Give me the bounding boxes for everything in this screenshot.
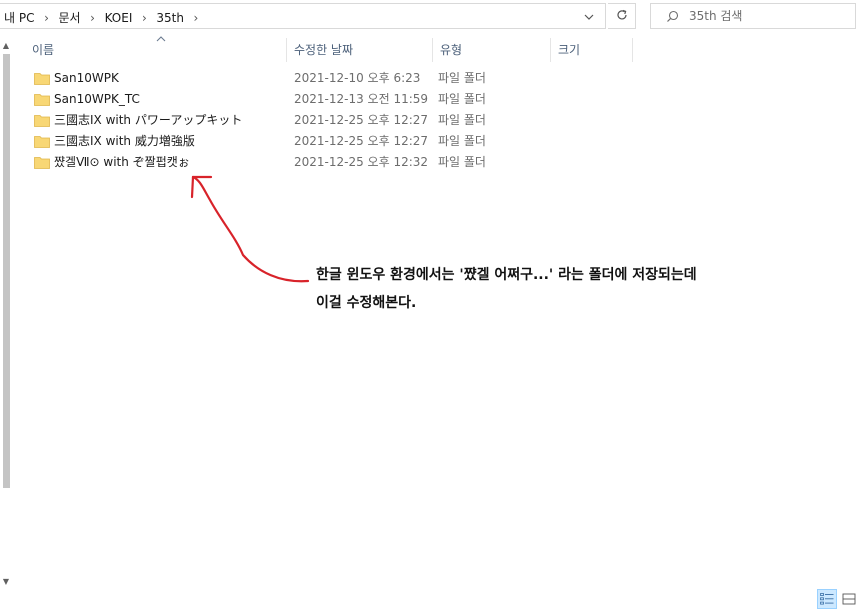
large-icons-view-icon	[842, 593, 856, 605]
annotation-line: 이걸 수정해본다.	[316, 295, 417, 311]
annotation-line: 한글 윈도우 환경에서는 '쨨겔 어쩌구...' 라는 폴더에 저장되는데	[316, 267, 697, 283]
annotation-text: 한글 윈도우 환경에서는 '쨨겔 어쩌구...' 라는 폴더에 저장되는데 이걸…	[316, 261, 796, 317]
details-view-icon	[820, 593, 834, 605]
view-mode-buttons	[815, 589, 859, 609]
large-icons-view-button[interactable]	[839, 589, 859, 609]
details-view-button[interactable]	[817, 589, 837, 609]
